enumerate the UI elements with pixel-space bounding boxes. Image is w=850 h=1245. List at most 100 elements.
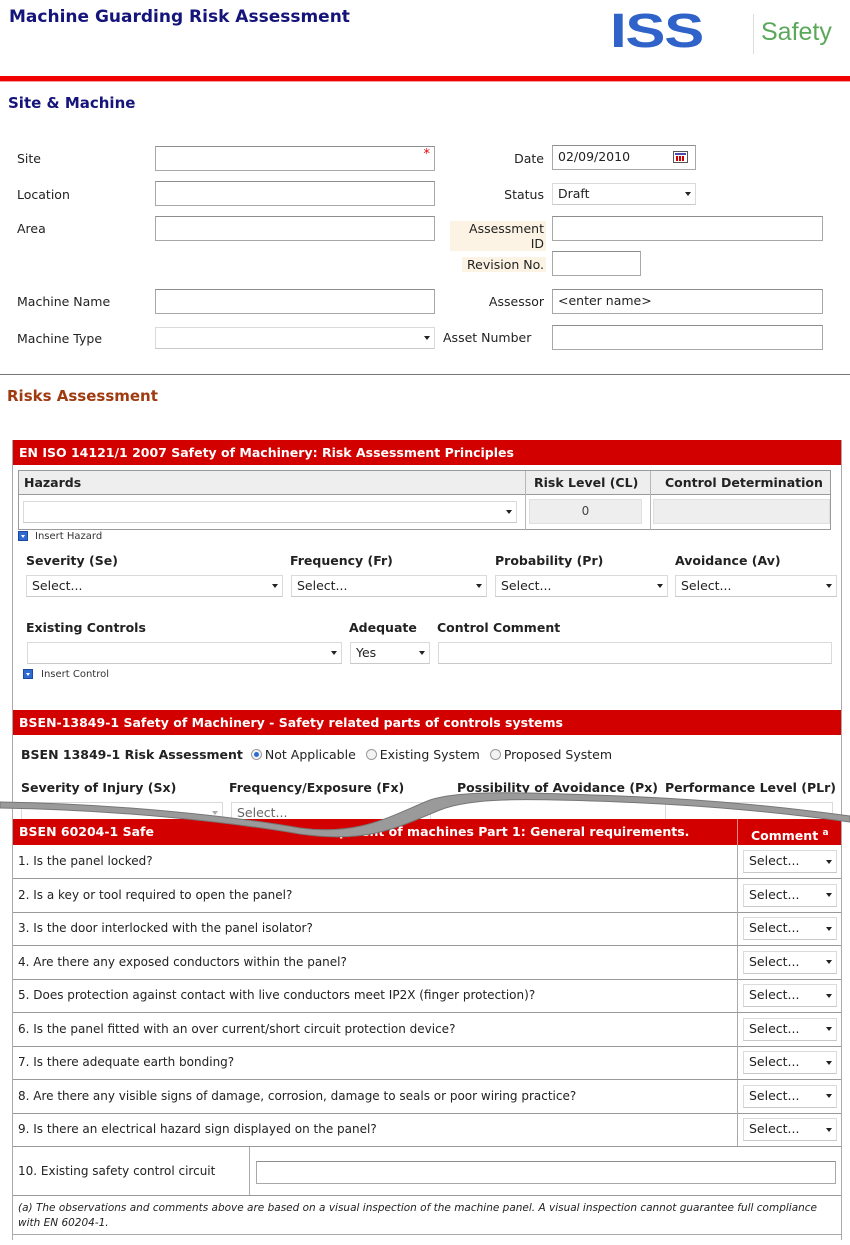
col-divider [737, 912, 738, 945]
date-input[interactable]: 02/09/2010 [552, 145, 696, 170]
iss-safety-logo: ISS Safety [610, 8, 840, 56]
checklist-row: 4. Are there any exposed conductors with… [13, 945, 841, 980]
col-divider [737, 1012, 738, 1046]
col-divider [737, 878, 738, 912]
severity-select[interactable]: Select... [26, 575, 283, 597]
radio-not-applicable-label: Not Applicable [264, 747, 356, 762]
checklist-comment-select[interactable]: Select... [743, 1017, 837, 1041]
radio-selected-icon[interactable] [250, 749, 262, 760]
frequency-select[interactable]: Select... [291, 575, 487, 597]
header-divider [0, 76, 850, 82]
machine-type-select[interactable] [155, 327, 435, 349]
radio-icon[interactable] [365, 749, 377, 760]
q10-input[interactable] [256, 1161, 836, 1184]
area-input[interactable] [155, 216, 435, 241]
checklist-comment-select[interactable]: Select... [743, 984, 837, 1007]
bsen-13849-radio-group: BSEN 13849-1 Risk Assessment Not Applica… [21, 747, 612, 762]
chevron-down-icon [826, 893, 832, 897]
col-divider [525, 471, 526, 495]
logo-iss-text: ISS [610, 5, 704, 58]
control-comment-input[interactable] [438, 642, 832, 664]
status-select[interactable]: Draft [552, 183, 696, 205]
radio-icon[interactable] [489, 749, 501, 760]
checklist-row: 7. Is there adequate earth bonding? Selec… [13, 1046, 841, 1080]
severity-label: Severity (Se) [26, 553, 118, 568]
performance-level-label: Performance Level (PLr) [665, 780, 837, 795]
chevron-down-icon [826, 584, 832, 588]
avoidance-value: Select... [681, 578, 732, 593]
hazard-select[interactable] [23, 501, 517, 523]
checklist-comment-select[interactable]: Select... [743, 1084, 837, 1108]
site-input[interactable]: * [155, 146, 435, 171]
checklist-row: 6. Is the panel fitted with an over curr… [13, 1012, 841, 1047]
checklist-comment-value: Select... [749, 987, 800, 1002]
asset-number-input[interactable] [552, 325, 823, 350]
section-title-site-machine: Site & Machine [8, 94, 136, 112]
comment-footnote-marker: a [822, 828, 829, 838]
bsen-60204-header-right: pment of machines Part 1: General requir… [339, 824, 690, 839]
checklist-row: 3. Is the door interlocked with the pane… [13, 912, 841, 946]
assessor-label: Assessor [488, 294, 544, 309]
site-label: Site [17, 151, 41, 166]
chevron-down-icon [657, 584, 663, 588]
avoidance-select[interactable]: Select... [675, 575, 837, 597]
location-label: Location [17, 187, 70, 202]
probability-label: Probability (Pr) [495, 553, 604, 568]
revision-no-input[interactable] [552, 251, 641, 276]
location-input[interactable] [155, 181, 435, 206]
risk-assessment-panel: EN ISO 14121/1 2007 Safety of Machinery:… [12, 440, 842, 1240]
chevron-down-icon [826, 993, 832, 998]
assessor-input[interactable]: <enter name> [552, 289, 823, 314]
checklist-comment-value: Select... [749, 920, 800, 935]
checklist-comment-select[interactable]: Select... [743, 850, 837, 873]
chevron-down-icon [476, 584, 482, 588]
chevron-down-icon [212, 811, 218, 815]
checklist-comment-value: Select... [749, 1020, 800, 1036]
iso-14121-header: EN ISO 14121/1 2007 Safety of Machinery:… [13, 440, 841, 465]
hazards-grid-header: Hazards Risk Level (CL) Control Determin… [18, 470, 831, 495]
insert-control-icon[interactable] [23, 669, 33, 679]
col-divider [650, 495, 651, 530]
checklist-comment-select[interactable]: Select... [743, 1051, 837, 1074]
required-icon: * [423, 147, 431, 162]
chevron-down-icon [685, 192, 691, 196]
existing-controls-select[interactable] [27, 642, 342, 664]
checklist-row: 8. Are there any visible signs of damage… [13, 1079, 841, 1114]
radio-proposed-system-label: Proposed System [503, 747, 612, 762]
calendar-icon[interactable] [673, 151, 688, 163]
col-divider [737, 1046, 738, 1079]
checklist-comment-value: Select... [749, 953, 800, 969]
page-title: Machine Guarding Risk Assessment [9, 7, 350, 27]
radio-not-applicable[interactable]: Not Applicable [250, 747, 356, 762]
control-comment-label: Control Comment [437, 620, 561, 635]
radio-proposed-system[interactable]: Proposed System [489, 747, 612, 762]
col-control-determination: Control Determination [665, 475, 823, 490]
asset-number-label: Asset Number [443, 330, 532, 345]
checklist-comment-value: Select... [749, 1087, 800, 1103]
checklist-comment-select[interactable]: Select... [743, 917, 837, 940]
bsen-13849-header: BSEN-13849-1 Safety of Machinery - Safet… [13, 710, 841, 735]
col-divider [737, 945, 738, 979]
probability-value: Select... [501, 578, 552, 593]
checklist-question: 8. Are there any visible signs of damage… [18, 1088, 577, 1103]
checklist-comment-select[interactable]: Select... [743, 1118, 837, 1141]
insert-control-link[interactable]: Insert Control [41, 669, 109, 680]
date-label: Date [514, 151, 544, 166]
probability-select[interactable]: Select... [495, 575, 668, 597]
assessment-id-input[interactable] [552, 216, 823, 241]
chevron-down-icon [826, 1094, 832, 1098]
frequency-exposure-label: Frequency/Exposure (Fx) [229, 780, 405, 795]
radio-existing-system[interactable]: Existing System [365, 747, 480, 762]
col-hazards: Hazards [24, 475, 82, 490]
insert-hazard-icon[interactable] [18, 531, 28, 541]
existing-controls-label: Existing Controls [26, 620, 146, 635]
insert-hazard-link[interactable]: Insert Hazard [35, 531, 102, 542]
machine-name-input[interactable] [155, 289, 435, 314]
col-divider [737, 1113, 738, 1146]
chevron-down-icon [826, 1127, 832, 1132]
chevron-down-icon [419, 651, 425, 655]
checklist-comment-select[interactable]: Select... [743, 950, 837, 974]
adequate-select[interactable]: Yes [350, 642, 430, 664]
col-divider [650, 471, 651, 495]
checklist-comment-select[interactable]: Select... [743, 883, 837, 907]
